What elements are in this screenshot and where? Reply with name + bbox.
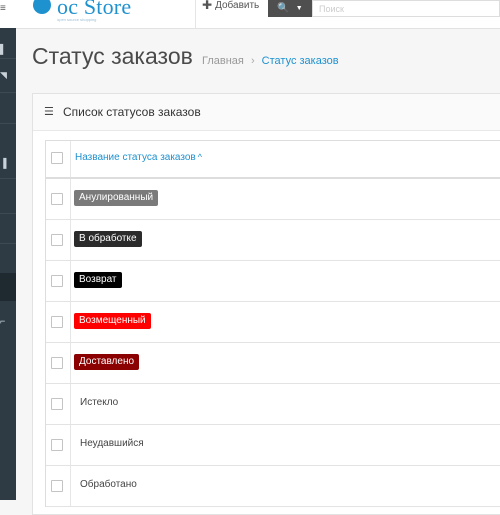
name-column-header: Название статуса заказов <box>75 152 196 163</box>
breadcrumb-current[interactable]: Статус заказов <box>262 55 339 67</box>
table-row: Неудавшийся <box>46 425 500 466</box>
breadcrumb-separator: › <box>250 55 255 67</box>
sidebar: ▌ ◥ ▐ ⌐ <box>0 28 16 500</box>
table-row: Возврат <box>46 261 500 302</box>
sort-asc-icon: ^ <box>197 152 202 162</box>
table-row: В обработке <box>46 220 500 261</box>
sidebar-divider <box>0 58 16 59</box>
row-checkbox[interactable] <box>51 398 63 410</box>
sort-by-name-link[interactable]: Название статуса заказов ^ <box>75 152 202 163</box>
sidebar-icon-1[interactable]: ▌ <box>0 44 6 54</box>
column-divider <box>70 261 71 301</box>
table-row: Анулированный <box>46 179 500 220</box>
row-checkbox[interactable] <box>51 480 63 492</box>
plus-icon: ✚ <box>202 0 213 12</box>
row-checkbox[interactable] <box>51 193 63 205</box>
column-divider <box>70 425 71 465</box>
row-checkbox[interactable] <box>51 234 63 246</box>
row-checkbox[interactable] <box>51 316 63 328</box>
breadcrumb: Главная › Статус заказов <box>202 55 339 67</box>
column-divider <box>70 179 71 219</box>
sidebar-item-active[interactable] <box>0 273 16 301</box>
table-row: Обработано <box>46 466 500 507</box>
status-badge: Доставлено <box>74 354 140 370</box>
top-header: oc Store open source shopping ✚ Добавить… <box>0 0 500 29</box>
column-divider <box>70 302 71 342</box>
status-badge: Возмещенный <box>74 313 151 329</box>
sidebar-icon-4[interactable]: ⌐ <box>0 316 5 326</box>
add-button-label: Добавить <box>215 0 260 11</box>
table-row: Доставлено <box>46 343 500 384</box>
sidebar-divider <box>0 243 16 244</box>
panel-heading: ☰ Список статусов заказов <box>33 94 500 131</box>
column-divider <box>70 384 71 424</box>
search-icon: 🔍 <box>277 3 290 14</box>
sidebar-icon-3[interactable]: ▐ <box>0 158 6 168</box>
status-badge: Возврат <box>74 272 122 288</box>
table-row: Возмещенный <box>46 302 500 343</box>
panel-title: Список статусов заказов <box>63 105 201 119</box>
table-row: Истекло <box>46 384 500 425</box>
column-divider <box>70 141 71 177</box>
status-badge: В обработке <box>74 231 142 247</box>
list-icon: ☰ <box>44 106 54 118</box>
column-divider <box>70 343 71 383</box>
opencart-logo-icon <box>33 0 51 14</box>
sidebar-divider <box>0 92 16 93</box>
sidebar-divider <box>0 213 16 214</box>
logo-tagline: open source shopping <box>57 17 97 22</box>
page-title: Статус заказов <box>32 43 193 69</box>
header-divider <box>195 0 196 28</box>
search-button[interactable]: 🔍 ▼ <box>268 0 312 17</box>
add-button[interactable]: ✚ Добавить <box>202 0 259 12</box>
column-divider <box>70 466 71 506</box>
status-badge: Анулированный <box>74 190 159 206</box>
sidebar-divider <box>0 123 16 124</box>
order-status-table: Название статуса заказов ^ Анулированный В… <box>45 140 500 507</box>
table-header-row: Название статуса заказов ^ <box>46 141 500 179</box>
status-name: Истекло <box>80 397 119 408</box>
row-checkbox[interactable] <box>51 275 63 287</box>
column-divider <box>70 220 71 260</box>
menu-icon: ≡ <box>0 3 6 14</box>
status-name: Неудавшийся <box>80 438 144 449</box>
order-status-panel: ☰ Список статусов заказов Название стату… <box>32 93 500 515</box>
row-checkbox[interactable] <box>51 357 63 369</box>
row-checkbox[interactable] <box>51 439 63 451</box>
status-name: Обработано <box>80 479 137 490</box>
search-input[interactable]: Поиск <box>312 0 500 17</box>
sidebar-divider <box>0 178 16 179</box>
sidebar-icon-2[interactable]: ◥ <box>0 70 7 81</box>
select-all-checkbox[interactable] <box>51 152 63 164</box>
breadcrumb-home[interactable]: Главная <box>202 55 244 67</box>
sidebar-toggle[interactable]: ≡ <box>0 0 16 28</box>
caret-down-icon: ▼ <box>295 5 303 12</box>
